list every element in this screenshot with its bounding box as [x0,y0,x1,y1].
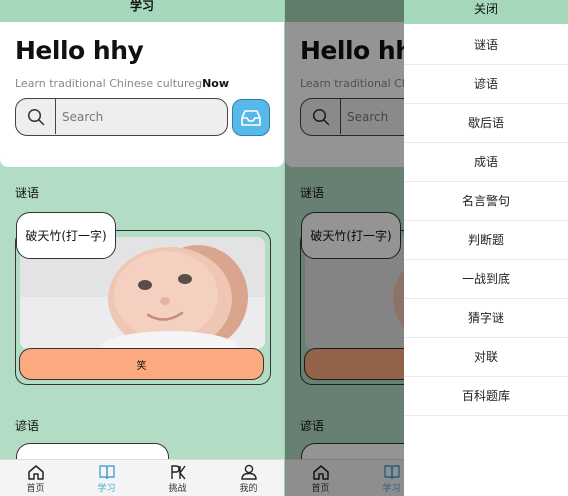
drawer-item-idiom[interactable]: 成语 [404,143,568,182]
search-box[interactable] [15,98,228,136]
search-input[interactable] [62,107,212,127]
inbox-icon [241,109,261,126]
drawer-list: 谜语 谚语 歇后语 成语 名言警句 判断题 一战到底 猜字谜 对联 百科题库 [404,26,568,416]
tab-mine-label: 我的 [239,484,258,494]
drawer-close-button[interactable]: 关闭 [404,0,568,24]
tab-home[interactable]: 首页 [0,460,71,496]
book-icon [98,465,115,480]
drawer-item-fight-to-end[interactable]: 一战到底 [404,260,568,299]
riddle-question: 破天竹(打一字) [16,212,116,259]
drawer-item-encyclopedia[interactable]: 百科题库 [404,377,568,416]
drawer-item-riddle[interactable]: 谜语 [404,26,568,65]
drawer-item-quotes[interactable]: 名言警句 [404,182,568,221]
subtitle-emphasis: Now [202,77,229,90]
category-drawer: 关闭 谜语 谚语 歇后语 成语 名言警句 判断题 一战到底 猜字谜 对联 百科题… [404,0,568,496]
subtitle: Learn traditional Chinese culturegNow [15,77,229,90]
search-icon[interactable] [16,99,56,134]
learn-screen: 学习 Hello hhy Learn traditional Chinese c… [0,0,284,496]
proverb-section-title: 谚语 [15,419,40,433]
drawer-item-true-false[interactable]: 判断题 [404,221,568,260]
tab-home-label: 首页 [26,484,45,494]
pk-icon [170,465,186,480]
drawer-item-couplet[interactable]: 对联 [404,338,568,377]
bottom-tab-bar: 首页 学习 挑战 我的 [0,459,284,496]
drawer-item-proverb[interactable]: 谚语 [404,65,568,104]
answer-button[interactable]: 笑 [19,348,264,380]
drawer-item-xiehouyu[interactable]: 歇后语 [404,104,568,143]
riddle-section-title: 谜语 [15,186,40,200]
top-bar-title: 学习 [129,0,154,13]
drawer-item-character-riddle[interactable]: 猜字谜 [404,299,568,338]
home-icon [27,465,44,480]
tab-study-label: 学习 [97,484,116,494]
header-card: Hello hhy Learn traditional Chinese cult… [0,22,284,167]
top-bar: 学习 [0,0,284,22]
user-icon [240,464,257,480]
tab-challenge-label: 挑战 [168,484,187,494]
subtitle-text: Learn traditional Chinese cultureg [15,77,203,90]
inbox-button[interactable] [232,99,270,136]
tab-study[interactable]: 学习 [71,460,142,496]
tab-challenge[interactable]: 挑战 [142,460,213,496]
tab-mine[interactable]: 我的 [213,460,284,496]
greeting: Hello hhy [15,36,144,65]
